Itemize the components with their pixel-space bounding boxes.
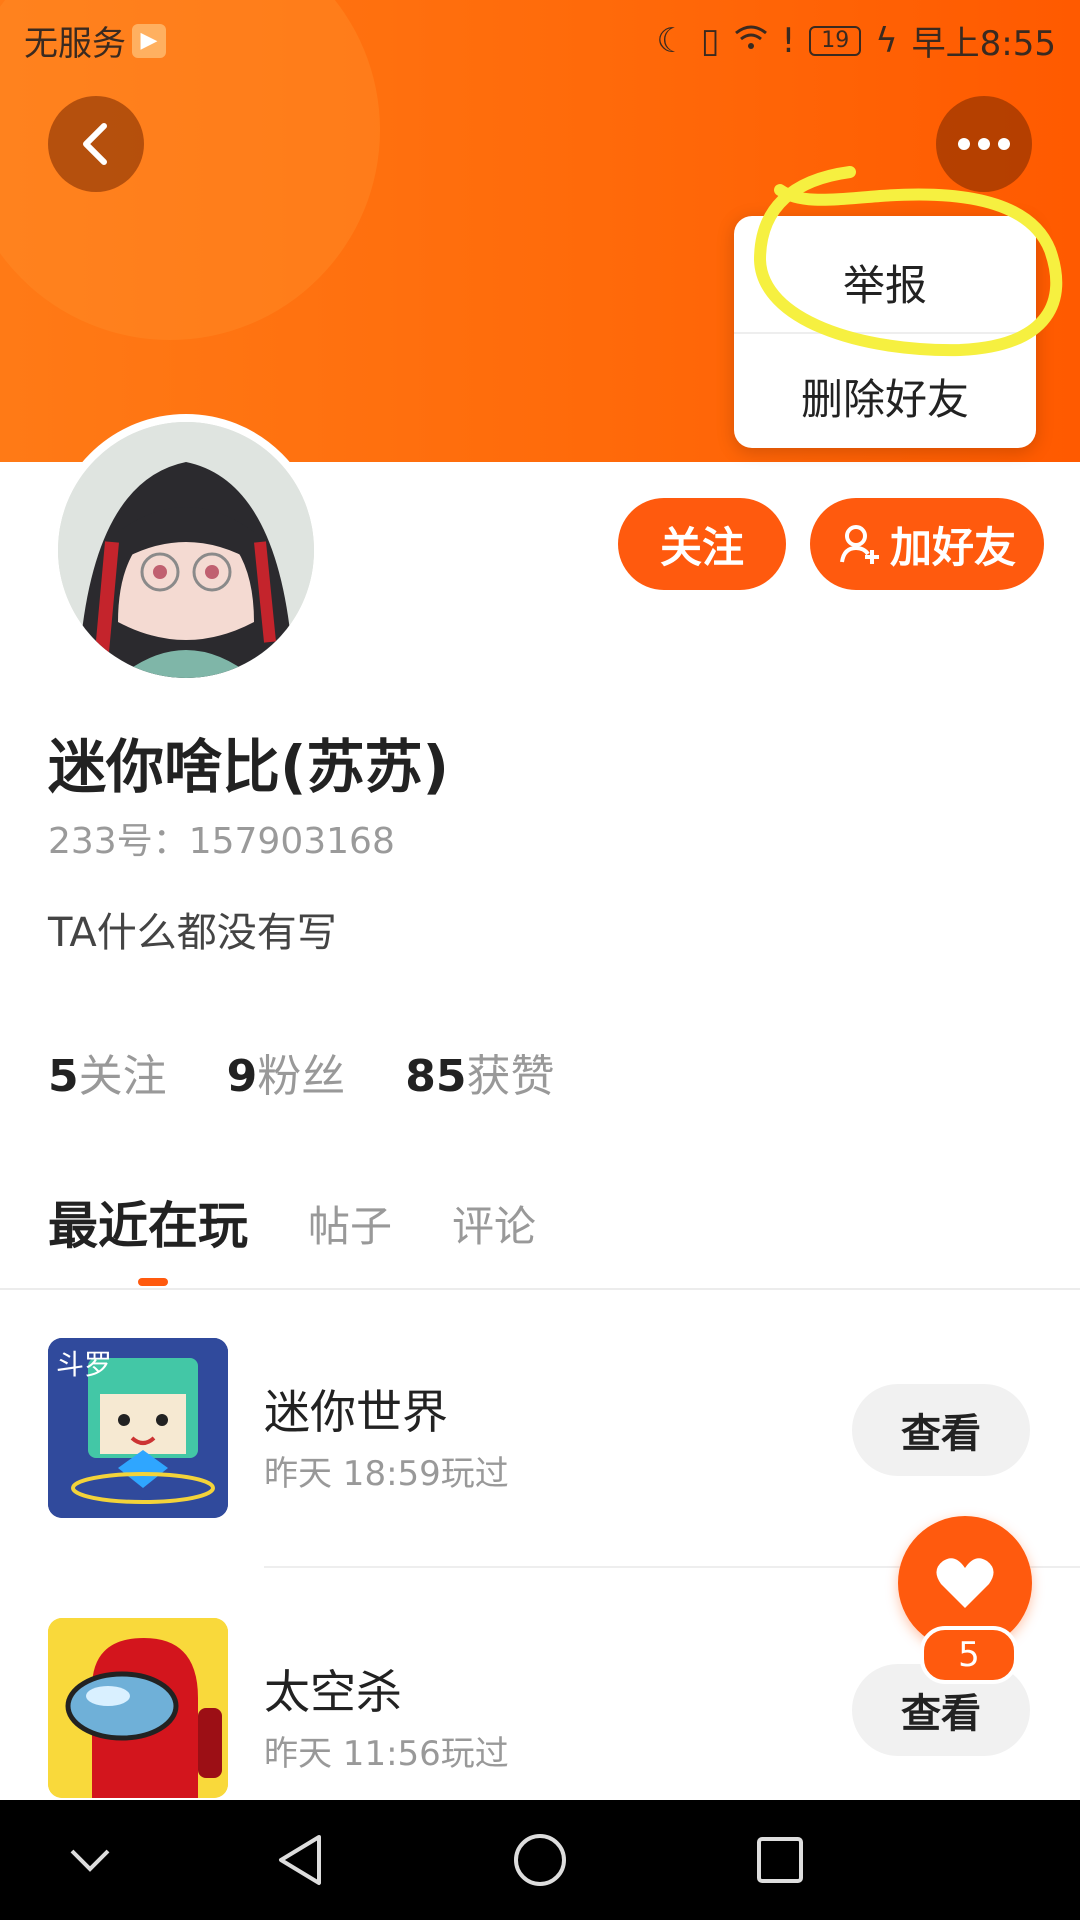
tab-posts[interactable]: 帖子 [308,1193,392,1258]
menu-item-delete-friend[interactable]: 删除好友 [734,366,1036,427]
profile-tabs: 最近在玩 帖子 评论 [48,1186,536,1258]
user-avatar [50,414,322,686]
heart-icon [936,1558,994,1608]
add-friend-button[interactable]: 加好友 [810,498,1044,590]
game-icon-among-us [48,1618,228,1798]
more-options-button[interactable] [936,96,1032,192]
alert-icon: ! [781,20,796,61]
more-dot-icon [978,138,990,150]
more-dot-icon [998,138,1010,150]
profile-bio: TA什么都没有写 [48,910,337,956]
follow-button[interactable]: 关注 [618,498,786,590]
clock-text: 早上8:55 [911,24,1056,64]
view-game-button[interactable]: 查看 [852,1384,1030,1476]
system-nav-bar [0,1800,1080,1920]
game-last-played: 昨天 11:56玩过 [264,1734,509,1774]
status-left: 无服务 ▶ [24,16,166,65]
recents-square-icon [757,1837,803,1883]
carrier-text: 无服务 [24,24,126,64]
more-options-menu: 举报 删除好友 [734,216,1036,448]
nav-recents-button[interactable] [750,1830,810,1890]
status-bar: 无服务 ▶ ☾ ▯ ! 19 ϟ 早上8:55 [0,0,1080,76]
tab-comments[interactable]: 评论 [452,1193,536,1258]
charging-icon: ϟ [875,20,898,61]
game-icon-badge: 斗罗 [56,1348,112,1381]
stat-likes[interactable]: 85获赞 [405,1040,554,1104]
nav-back-button[interactable] [270,1830,330,1890]
profile-name: 迷你啥比(苏苏) [48,733,450,801]
do-not-disturb-icon: ☾ [656,20,687,61]
nav-home-button[interactable] [510,1830,570,1890]
app-notification-icon: ▶ [132,23,166,58]
stat-fans[interactable]: 9粉丝 [227,1040,346,1104]
chevron-left-icon [83,123,107,165]
chevron-down-icon [70,1849,110,1872]
nav-hide-button[interactable] [60,1830,120,1890]
game-title: 太空杀 [264,1665,402,1719]
back-button[interactable] [48,96,144,192]
vibrate-icon: ▯ [700,20,720,61]
like-count-badge: 5 [920,1626,1018,1684]
tab-active-indicator [138,1278,168,1286]
tab-recent-played[interactable]: 最近在玩 [48,1186,248,1258]
more-dot-icon [958,138,970,150]
menu-divider [734,332,1036,334]
wifi-icon [734,21,768,61]
profile-id: 233号：157903168 [48,821,395,862]
back-triangle-icon [279,1835,321,1885]
game-title: 迷你世界 [264,1385,448,1439]
tab-divider [0,1288,1080,1290]
add-user-icon [840,525,879,564]
list-item-game[interactable]: 斗罗 迷你世界 昨天 18:59玩过 查看 [0,1300,1080,1570]
home-circle-icon [514,1834,566,1886]
game-last-played: 昨天 18:59玩过 [264,1454,509,1494]
status-right: ☾ ▯ ! 19 ϟ 早上8:55 [656,16,1056,65]
menu-item-report[interactable]: 举报 [734,252,1036,313]
profile-stats: 5关注 9粉丝 85获赞 [48,1040,554,1104]
game-icon-mini-world: 斗罗 [48,1338,228,1518]
battery-icon: 19 [809,25,862,56]
add-friend-label: 加好友 [889,522,1016,572]
stat-following[interactable]: 5关注 [48,1040,167,1104]
